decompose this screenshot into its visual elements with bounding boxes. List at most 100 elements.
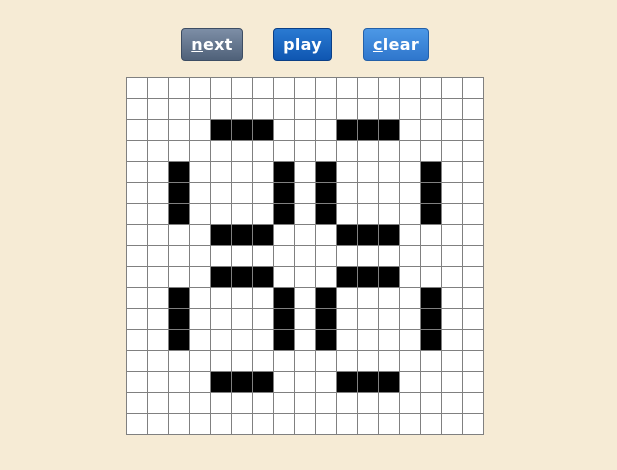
- grid-cell[interactable]: [463, 351, 483, 371]
- grid-cell[interactable]: [190, 414, 210, 434]
- live-cell[interactable]: [169, 309, 189, 329]
- grid-cell[interactable]: [190, 225, 210, 245]
- grid-cell[interactable]: [232, 99, 252, 119]
- grid-cell[interactable]: [190, 120, 210, 140]
- live-cell[interactable]: [274, 204, 294, 224]
- grid-cell[interactable]: [442, 267, 462, 287]
- live-cell[interactable]: [169, 288, 189, 308]
- live-cell[interactable]: [253, 372, 273, 392]
- grid-cell[interactable]: [463, 309, 483, 329]
- grid-cell[interactable]: [211, 330, 231, 350]
- live-cell[interactable]: [274, 330, 294, 350]
- grid-cell[interactable]: [295, 141, 315, 161]
- grid-cell[interactable]: [190, 99, 210, 119]
- grid-cell[interactable]: [379, 288, 399, 308]
- grid-cell[interactable]: [463, 267, 483, 287]
- grid-cell[interactable]: [295, 120, 315, 140]
- grid-cell[interactable]: [295, 288, 315, 308]
- grid-cell[interactable]: [316, 267, 336, 287]
- grid-cell[interactable]: [421, 246, 441, 266]
- grid-cell[interactable]: [337, 351, 357, 371]
- grid-cell[interactable]: [442, 183, 462, 203]
- grid-cell[interactable]: [253, 288, 273, 308]
- grid-cell[interactable]: [358, 393, 378, 413]
- live-cell[interactable]: [358, 372, 378, 392]
- grid-cell[interactable]: [316, 414, 336, 434]
- grid-cell[interactable]: [211, 162, 231, 182]
- grid-cell[interactable]: [190, 246, 210, 266]
- grid-cell[interactable]: [400, 204, 420, 224]
- grid-cell[interactable]: [253, 393, 273, 413]
- live-cell[interactable]: [211, 120, 231, 140]
- grid-cell[interactable]: [253, 309, 273, 329]
- grid-cell[interactable]: [442, 414, 462, 434]
- grid-cell[interactable]: [190, 330, 210, 350]
- next-button[interactable]: next: [181, 28, 243, 61]
- live-cell[interactable]: [232, 372, 252, 392]
- grid-cell[interactable]: [421, 393, 441, 413]
- grid-cell[interactable]: [358, 288, 378, 308]
- grid-cell[interactable]: [463, 288, 483, 308]
- grid-cell[interactable]: [127, 288, 147, 308]
- grid-cell[interactable]: [190, 162, 210, 182]
- grid-cell[interactable]: [190, 183, 210, 203]
- live-cell[interactable]: [211, 372, 231, 392]
- grid-cell[interactable]: [358, 204, 378, 224]
- grid-cell[interactable]: [148, 162, 168, 182]
- grid-cell[interactable]: [274, 246, 294, 266]
- grid-cell[interactable]: [400, 183, 420, 203]
- live-cell[interactable]: [211, 225, 231, 245]
- grid-cell[interactable]: [232, 351, 252, 371]
- grid-cell[interactable]: [442, 330, 462, 350]
- grid-cell[interactable]: [169, 393, 189, 413]
- grid-cell[interactable]: [148, 204, 168, 224]
- grid-cell[interactable]: [211, 288, 231, 308]
- grid-cell[interactable]: [253, 246, 273, 266]
- grid-cell[interactable]: [421, 372, 441, 392]
- grid-cell[interactable]: [148, 267, 168, 287]
- live-cell[interactable]: [379, 120, 399, 140]
- live-cell[interactable]: [379, 267, 399, 287]
- grid-cell[interactable]: [127, 120, 147, 140]
- grid-cell[interactable]: [211, 246, 231, 266]
- grid-cell[interactable]: [127, 372, 147, 392]
- live-cell[interactable]: [274, 288, 294, 308]
- grid-cell[interactable]: [232, 204, 252, 224]
- live-cell[interactable]: [421, 183, 441, 203]
- grid-cell[interactable]: [442, 204, 462, 224]
- grid-cell[interactable]: [211, 183, 231, 203]
- grid-cell[interactable]: [169, 225, 189, 245]
- grid-cell[interactable]: [148, 246, 168, 266]
- grid-cell[interactable]: [232, 78, 252, 98]
- grid-cell[interactable]: [127, 351, 147, 371]
- grid-cell[interactable]: [463, 162, 483, 182]
- grid-cell[interactable]: [379, 78, 399, 98]
- grid-cell[interactable]: [232, 393, 252, 413]
- grid-cell[interactable]: [442, 246, 462, 266]
- grid-cell[interactable]: [295, 99, 315, 119]
- grid-cell[interactable]: [358, 414, 378, 434]
- grid-cell[interactable]: [211, 393, 231, 413]
- grid-cell[interactable]: [337, 99, 357, 119]
- live-cell[interactable]: [169, 162, 189, 182]
- grid-cell[interactable]: [421, 141, 441, 161]
- grid-cell[interactable]: [337, 309, 357, 329]
- live-cell[interactable]: [316, 183, 336, 203]
- grid-cell[interactable]: [358, 309, 378, 329]
- grid-cell[interactable]: [148, 78, 168, 98]
- grid-cell[interactable]: [253, 330, 273, 350]
- grid-cell[interactable]: [169, 372, 189, 392]
- grid-cell[interactable]: [463, 99, 483, 119]
- grid-cell[interactable]: [127, 78, 147, 98]
- grid-cell[interactable]: [253, 78, 273, 98]
- grid-cell[interactable]: [232, 162, 252, 182]
- grid-cell[interactable]: [463, 246, 483, 266]
- grid-cell[interactable]: [316, 141, 336, 161]
- grid-cell[interactable]: [127, 141, 147, 161]
- grid-cell[interactable]: [442, 393, 462, 413]
- grid-cell[interactable]: [295, 78, 315, 98]
- grid-cell[interactable]: [442, 120, 462, 140]
- grid-cell[interactable]: [274, 99, 294, 119]
- grid-cell[interactable]: [442, 351, 462, 371]
- grid-cell[interactable]: [337, 414, 357, 434]
